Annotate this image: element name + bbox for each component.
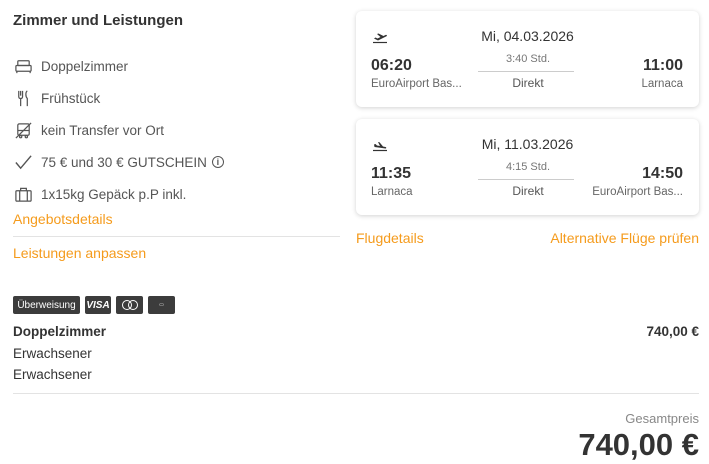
room-price: 740,00 € xyxy=(646,324,699,339)
passenger-label: Erwachsener xyxy=(13,346,92,361)
feature-label: 1x15kg Gepäck p.P inkl. xyxy=(41,186,187,202)
visa-badge: VISA xyxy=(85,296,111,314)
flight-details-link[interactable]: Flugdetails xyxy=(356,230,424,246)
route-line xyxy=(478,71,574,72)
mastercard-icon xyxy=(116,296,143,314)
departure-time: 06:20 xyxy=(371,57,412,74)
departure-time: 11:35 xyxy=(371,165,412,182)
feature-room: Doppelzimmer xyxy=(13,50,340,82)
total-price-label: Gesamtpreis xyxy=(625,411,699,426)
route-line xyxy=(478,179,574,180)
bed-icon xyxy=(13,56,33,76)
feature-label: Doppelzimmer xyxy=(41,58,129,74)
flight-stops: Direkt xyxy=(512,184,544,198)
feature-luggage: 1x15kg Gepäck p.P inkl. xyxy=(13,178,340,210)
arrival-airport: Larnaca xyxy=(641,78,683,90)
outbound-flight-card[interactable]: Mi, 04.03.2026 06:20 EuroAirport Bas... … xyxy=(356,11,699,107)
flight-duration: 3:40 Std. xyxy=(505,53,551,65)
amex-icon: ▭ xyxy=(148,296,175,314)
room-title: Doppelzimmer xyxy=(13,324,107,339)
luggage-icon xyxy=(13,184,33,204)
offer-details-link[interactable]: Angebotsdetails xyxy=(13,211,113,227)
departure-airport: Larnaca xyxy=(371,186,413,198)
total-price: 740,00 € xyxy=(578,427,699,462)
divider xyxy=(13,393,699,394)
flight-duration: 4:15 Std. xyxy=(505,161,551,173)
feature-transfer: kein Transfer vor Ort xyxy=(13,114,340,146)
bank-transfer-badge: Überweisung xyxy=(13,296,80,314)
departure-airport: EuroAirport Bas... xyxy=(371,78,462,90)
no-transfer-icon xyxy=(13,120,33,140)
arrival-airport: EuroAirport Bas... xyxy=(592,186,683,198)
feature-label: kein Transfer vor Ort xyxy=(41,122,165,138)
arrival-time: 14:50 xyxy=(642,165,683,182)
feature-meal: Frühstück xyxy=(13,82,340,114)
info-icon[interactable]: i xyxy=(211,156,224,168)
customize-services-link[interactable]: Leistungen anpassen xyxy=(13,245,146,261)
arrival-time: 11:00 xyxy=(642,57,683,74)
flight-date: Mi, 11.03.2026 xyxy=(481,136,574,152)
section-title: Zimmer und Leistungen xyxy=(13,12,184,29)
payment-methods: Überweisung VISA ▭ xyxy=(13,296,175,314)
rooms-section: Zimmer und Leistungen Doppelzimmer Frühs… xyxy=(13,12,340,210)
alternative-flights-link[interactable]: Alternative Flüge prüfen xyxy=(550,230,699,246)
cutlery-icon xyxy=(13,88,33,108)
flight-date: Mi, 04.03.2026 xyxy=(481,28,574,44)
feature-label: 75 € und 30 € GUTSCHEIN xyxy=(41,154,207,170)
divider xyxy=(13,236,340,237)
feature-label: Frühstück xyxy=(41,90,101,106)
feature-voucher: 75 € und 30 € GUTSCHEIN i xyxy=(13,146,340,178)
passenger-label: Erwachsener xyxy=(13,367,92,382)
feature-list: Doppelzimmer Frühstück kein Transfer vor… xyxy=(13,50,340,210)
return-flight-card[interactable]: Mi, 11.03.2026 11:35 Larnaca 4:15 Std. D… xyxy=(356,119,699,215)
checkmark-icon xyxy=(13,152,33,172)
flight-stops: Direkt xyxy=(512,76,544,90)
